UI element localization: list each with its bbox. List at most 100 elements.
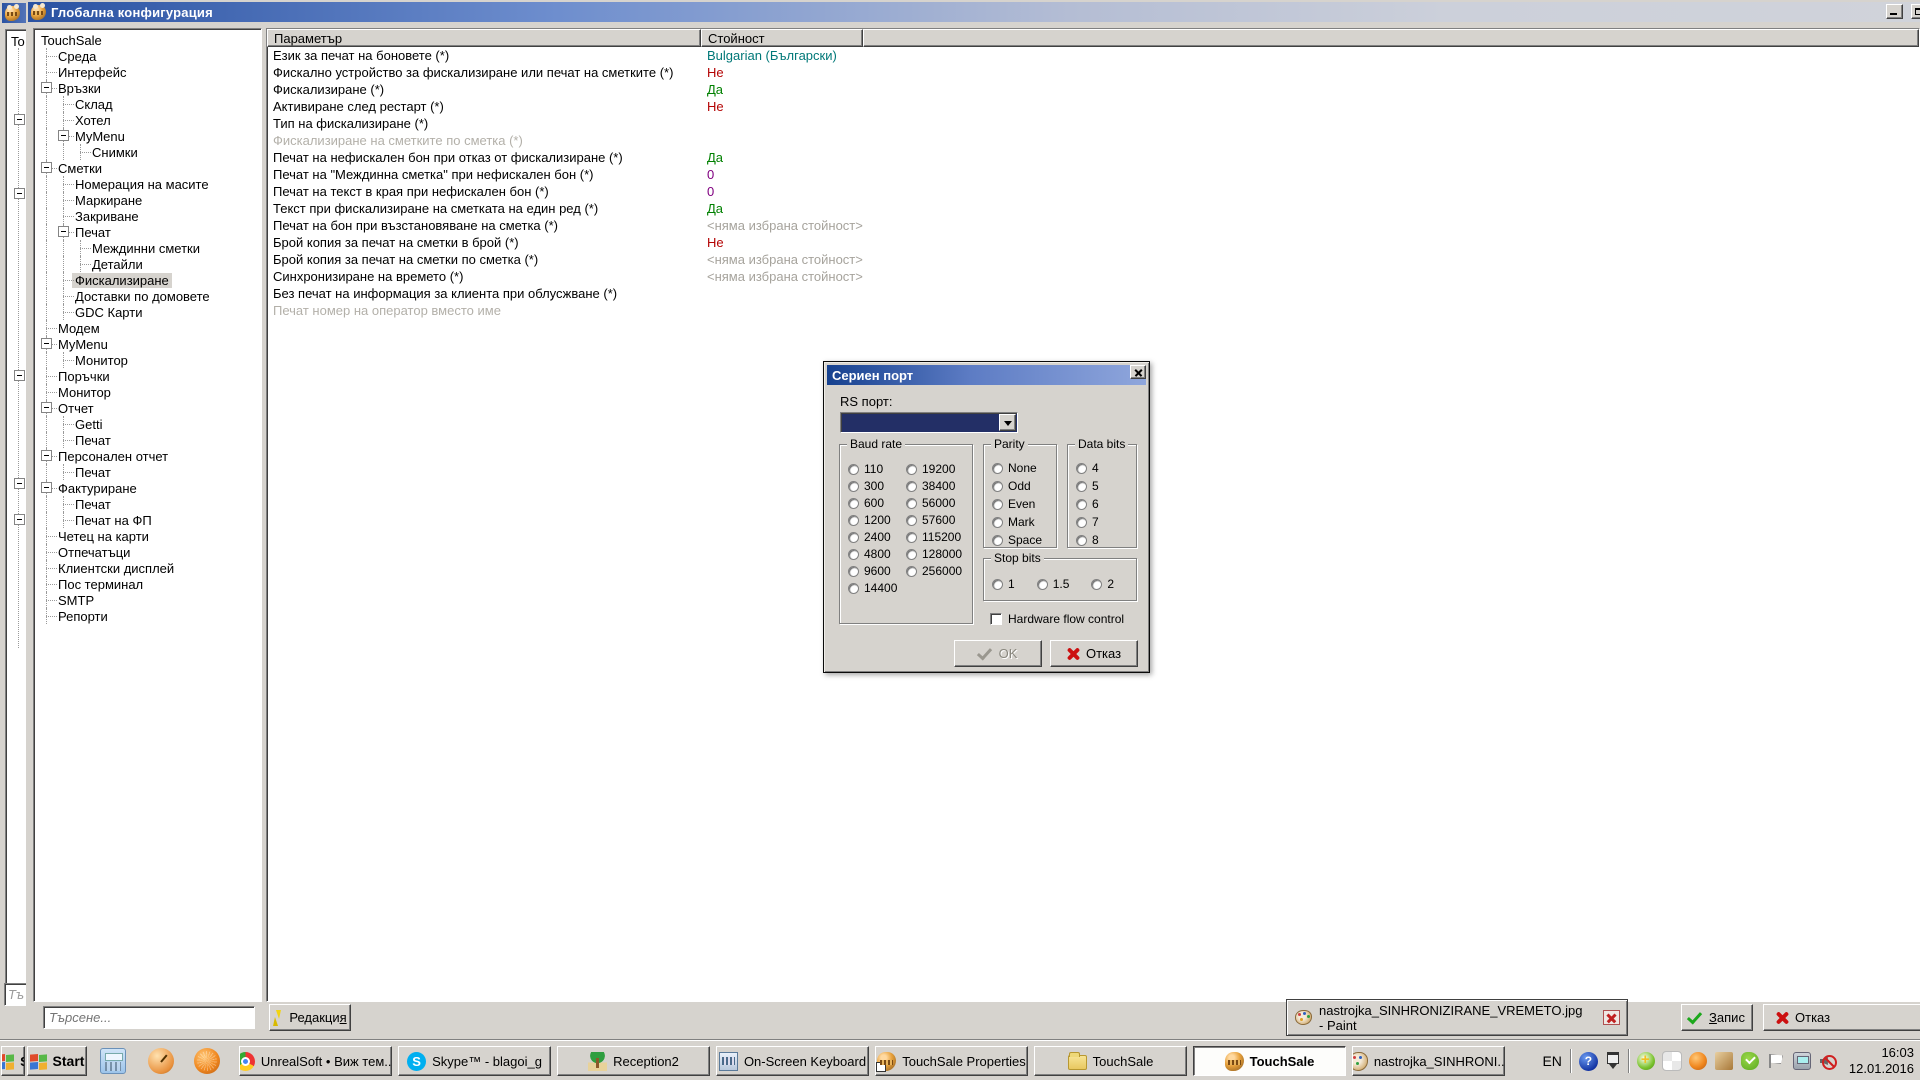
tree-item[interactable]: Печат на ФП (38, 512, 261, 528)
close-icon[interactable] (1603, 1010, 1620, 1025)
parameter-name[interactable]: Брой копия за печат на сметки в брой (*) (267, 235, 701, 250)
tree-item-label[interactable]: SMTP (55, 593, 97, 608)
parameter-row[interactable]: Синхронизиране на времето (*)<няма избра… (267, 268, 1919, 285)
data-bits-option[interactable]: 6 (1076, 496, 1099, 512)
parameter-row[interactable]: Брой копия за печат на сметки по сметка … (267, 251, 1919, 268)
radio-button[interactable] (1076, 517, 1087, 528)
tree-item-label[interactable]: Детайли (89, 257, 146, 272)
tree-item[interactable]: Междинни сметки (38, 240, 261, 256)
parameter-name[interactable]: Печат на текст в края при нефискален бон… (267, 184, 701, 199)
data-bits-option[interactable]: 4 (1076, 460, 1099, 476)
tree-item[interactable]: Печат (38, 432, 261, 448)
parameter-name[interactable]: Печат номер на оператор вместо име (267, 303, 701, 318)
tree-item[interactable]: Репорти (38, 608, 261, 624)
tree-expand-box[interactable] (41, 338, 52, 349)
parameter-name[interactable]: Брой копия за печат на сметки по сметка … (267, 252, 701, 267)
data-bits-option[interactable]: 5 (1076, 478, 1099, 494)
parameter-name[interactable]: Фискализиране (*) (267, 82, 701, 97)
tree-item[interactable]: Печат (38, 496, 261, 512)
parameter-row[interactable]: Печат на нефискален бон при отказ от фис… (267, 149, 1919, 166)
tree-item-label[interactable]: Печат (72, 225, 114, 240)
tree-item[interactable]: Фактуриране (38, 480, 261, 496)
parameter-row[interactable]: Фискализиране на сметките по сметка (*) (267, 132, 1919, 149)
baud-rate-option[interactable]: 2400 (848, 529, 897, 545)
parameter-value[interactable]: Bulgarian (Български) (701, 48, 1121, 63)
tree-item-label[interactable]: Пос терминал (55, 577, 146, 592)
radio-button[interactable] (848, 549, 859, 560)
baud-rate-option[interactable]: 256000 (906, 563, 962, 579)
tree-item-label[interactable]: MyMenu (55, 337, 111, 352)
tree-item[interactable]: TouchSale (38, 32, 261, 48)
baud-rate-option[interactable]: 19200 (906, 461, 962, 477)
parity-option[interactable]: Space (992, 532, 1042, 548)
tree-item-label[interactable]: Getti (72, 417, 105, 432)
tree-item[interactable]: Доставки по домовете (38, 288, 261, 304)
parameter-row[interactable]: Без печат на информация за клиента при о… (267, 285, 1919, 302)
paint-window-titlebar[interactable]: nastrojka_SINHRONIZIRANE_VREMETO.jpg - P… (1286, 999, 1628, 1036)
parameter-row[interactable]: Печат на "Междинна сметка" при нефискале… (267, 166, 1919, 183)
baud-rate-option[interactable]: 1200 (848, 512, 897, 528)
tree-item[interactable]: SMTP (38, 592, 261, 608)
radio-button[interactable] (1091, 579, 1102, 590)
tree-item[interactable]: Фискализиране (38, 272, 261, 288)
edit-button[interactable]: Редакция (269, 1004, 351, 1031)
titlebar[interactable]: Глобална конфигурация (28, 2, 1920, 22)
tree-item-label[interactable]: GDC Карти (72, 305, 145, 320)
stop-bits-option[interactable]: 1 (992, 576, 1015, 592)
tree-expand-box[interactable] (14, 514, 25, 525)
parameter-name[interactable]: Активиране след рестарт (*) (267, 99, 701, 114)
tray-icon-antivirus[interactable] (1637, 1052, 1655, 1070)
tray-expand-icon[interactable] (1606, 1051, 1620, 1071)
tree-item[interactable]: Четец на карти (38, 528, 261, 544)
baud-rate-option[interactable]: 300 (848, 478, 897, 494)
orange-sphere-icon[interactable] (194, 1048, 220, 1074)
tree-item[interactable]: Модем (38, 320, 261, 336)
parameter-value[interactable]: <няма избрана стойност> (701, 269, 1121, 284)
tree-item[interactable]: Печат (38, 224, 261, 240)
radio-button[interactable] (906, 464, 917, 475)
column-header-value[interactable]: Стойност (701, 29, 863, 47)
tree-expand-box[interactable] (41, 450, 52, 461)
parameter-name[interactable]: Печат на бон при възстановяване на сметк… (267, 218, 701, 233)
taskbar-clock[interactable]: 16:03 12.01.2016 (1845, 1045, 1914, 1077)
parameter-name[interactable]: Печат на "Междинна сметка" при нефискале… (267, 167, 701, 182)
tree-item-label[interactable]: Репорти (55, 609, 111, 624)
tree-item[interactable]: Номерация на масите (38, 176, 261, 192)
parameter-name[interactable]: Тип на фискализиране (*) (267, 116, 701, 131)
parity-option[interactable]: Even (992, 496, 1042, 512)
parameter-row[interactable]: Език за печат на боновете (*)Bulgarian (… (267, 47, 1919, 64)
baud-rate-option[interactable]: 128000 (906, 546, 962, 562)
taskbar-button[interactable]: TouchSale Properties (875, 1046, 1028, 1076)
tree-item-label[interactable]: Закриване (72, 209, 142, 224)
tree-item-label[interactable]: MyMenu (72, 129, 128, 144)
parameter-value[interactable]: Не (701, 65, 1121, 80)
search-input[interactable] (4, 983, 26, 1006)
dialog-titlebar[interactable]: Сериен порт (827, 365, 1146, 385)
chevron-down-icon[interactable] (999, 414, 1016, 431)
parameter-name[interactable]: Фискално устройство за фискализиране или… (267, 65, 701, 80)
parameter-value[interactable]: Да (701, 201, 1121, 216)
tree-item-label[interactable]: Фактуриране (55, 481, 140, 496)
tree-item[interactable]: Склад (38, 96, 261, 112)
parameter-name[interactable]: Без печат на информация за клиента при о… (267, 286, 701, 301)
tray-icon-orange-sphere[interactable] (1689, 1052, 1707, 1070)
cancel-button[interactable]: Отказ (1763, 1004, 1920, 1031)
minimize-button[interactable] (1886, 4, 1903, 19)
tree-item[interactable]: Клиентски дисплей (38, 560, 261, 576)
tree-expand-box[interactable] (41, 482, 52, 493)
radio-button[interactable] (906, 498, 917, 509)
radio-button[interactable] (1076, 535, 1087, 546)
calculator-icon[interactable] (100, 1048, 126, 1074)
stop-bits-option[interactable]: 1.5 (1037, 576, 1070, 592)
tree-item-label[interactable]: Сметки (55, 161, 105, 176)
radio-button[interactable] (992, 463, 1003, 474)
parity-option[interactable]: Odd (992, 478, 1042, 494)
help-icon[interactable]: ? (1579, 1052, 1598, 1071)
parameter-value[interactable]: Да (701, 150, 1121, 165)
tree-item[interactable]: Закриване (38, 208, 261, 224)
tray-icon-windows[interactable] (1663, 1052, 1681, 1070)
radio-button[interactable] (848, 464, 859, 475)
radio-button[interactable] (906, 566, 917, 577)
parameter-row[interactable]: Тип на фискализиране (*) (267, 115, 1919, 132)
tree-item-label[interactable]: Интерфейс (55, 65, 129, 80)
